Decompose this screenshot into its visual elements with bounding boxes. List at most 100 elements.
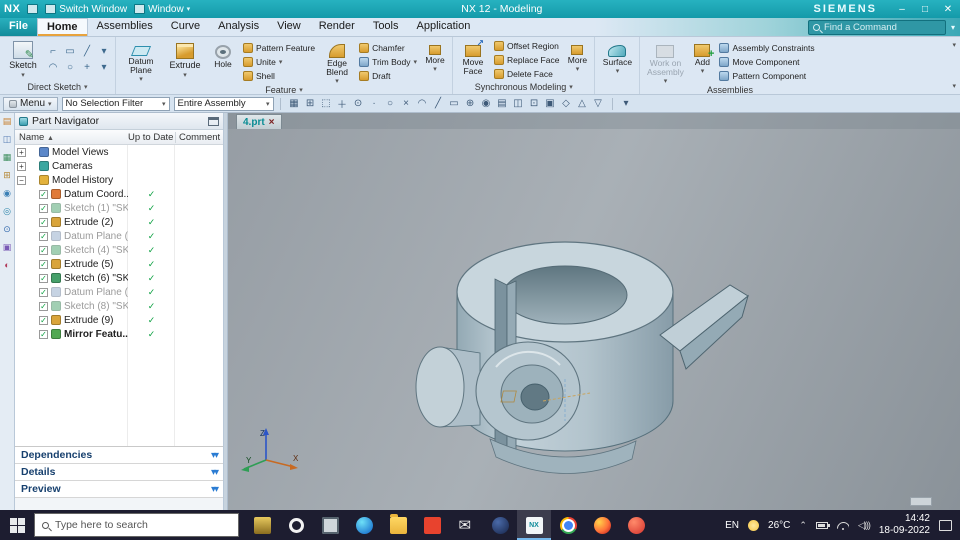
tree-row[interactable]: ✓ Sketch (8) "SK... ✓ <box>15 299 223 313</box>
endpoint-icon[interactable]: ∙ <box>367 97 382 111</box>
save-icon[interactable] <box>27 4 39 14</box>
fillet-icon[interactable]: + <box>79 60 95 75</box>
expand-toggle[interactable]: + <box>17 161 26 171</box>
pattern-feature-button[interactable]: Pattern Feature <box>241 42 317 55</box>
assembly-navigator-icon[interactable]: ▤ <box>3 117 12 126</box>
menu-file[interactable]: File <box>0 18 37 36</box>
hole-button[interactable]: Hole <box>207 39 239 85</box>
selection-scope-dropdown[interactable]: Entire Assembly ▾ <box>173 96 274 111</box>
surface-button[interactable]: Surface ▾ <box>598 39 636 80</box>
ribbon-more-caret-icon[interactable]: ▾ <box>952 41 956 49</box>
up-view-icon[interactable]: △ <box>575 97 590 111</box>
tab-view[interactable]: View <box>268 18 310 36</box>
command-finder[interactable] <box>807 19 946 35</box>
app-chrome-icon[interactable] <box>551 510 585 540</box>
quadrant-icon[interactable]: ⊕ <box>463 97 478 111</box>
maximize-button[interactable]: □ <box>917 4 933 15</box>
graphics-window[interactable]: 4.prt × Z X Y <box>228 113 960 510</box>
app-firefox-icon[interactable] <box>585 510 619 540</box>
more-curve2-icon[interactable]: ▾ <box>96 60 112 75</box>
taskbar-search-input[interactable] <box>55 519 231 531</box>
battery-icon[interactable] <box>815 521 830 529</box>
shell-button[interactable]: Shell <box>241 70 317 83</box>
expand-toggle[interactable] <box>28 302 37 311</box>
shaded-view-icon[interactable]: ▤ <box>495 97 510 111</box>
offset-region-button[interactable]: Offset Region <box>492 39 561 52</box>
more-curve-icon[interactable]: ▾ <box>96 44 112 59</box>
down-view-icon[interactable]: ▽ <box>591 97 606 111</box>
nx-app-icon[interactable] <box>517 510 551 540</box>
tree-row[interactable]: + Model Views <box>15 145 223 159</box>
app-red-icon[interactable] <box>415 510 449 540</box>
visibility-checkbox[interactable]: ✓ <box>39 259 48 269</box>
clock[interactable]: 14:42 18-09-2022 <box>879 513 930 538</box>
part-navigator-icon[interactable]: ▦ <box>3 153 12 162</box>
unite-button[interactable]: Unite ▾ <box>241 56 317 69</box>
section-details[interactable]: Details ▾▾ <box>15 464 223 481</box>
sketch-button[interactable]: Sketch▾ <box>3 39 43 80</box>
mail-icon[interactable] <box>449 510 483 540</box>
draft-button[interactable]: Draft <box>357 70 419 83</box>
app-red2-icon[interactable] <box>619 510 653 540</box>
tab-analysis[interactable]: Analysis <box>209 18 268 36</box>
file-explorer-icon[interactable] <box>381 510 415 540</box>
snap-point-icon[interactable]: ⊙ <box>351 97 366 111</box>
app-temple-icon[interactable] <box>245 510 279 540</box>
expand-toggle[interactable] <box>28 330 37 339</box>
constraint-navigator-icon[interactable]: ◫ <box>3 135 12 144</box>
expand-toggle[interactable] <box>28 204 37 213</box>
visibility-checkbox[interactable]: ✓ <box>39 301 48 311</box>
expand-toggle[interactable]: − <box>17 175 26 185</box>
expand-toggle[interactable] <box>28 218 37 227</box>
highlight-icon[interactable]: ＋ <box>335 97 350 111</box>
hidden-icons-caret[interactable]: ⌃ <box>799 520 807 531</box>
tree-row[interactable]: ✓ Datum Plane (... ✓ <box>15 285 223 299</box>
tab-render[interactable]: Render <box>310 18 364 36</box>
language-indicator[interactable]: EN <box>725 520 739 531</box>
tab-home[interactable]: Home <box>36 18 88 36</box>
tree-row[interactable]: ✓ Extrude (9) ✓ <box>15 313 223 327</box>
reuse-library-icon[interactable]: ⊞ <box>3 171 11 180</box>
visibility-checkbox[interactable] <box>28 176 37 185</box>
fit-view-icon[interactable]: ⊡ <box>527 97 542 111</box>
line-icon[interactable]: ╱ <box>79 44 95 59</box>
visibility-checkbox[interactable]: ✓ <box>39 189 48 199</box>
tab-application[interactable]: Application <box>408 18 480 36</box>
find-command-input[interactable] <box>823 21 941 33</box>
expand-toggle[interactable]: + <box>17 147 26 157</box>
visibility-checkbox[interactable]: ✓ <box>39 217 48 227</box>
tree-row[interactable]: ✓ Sketch (6) "SK... ✓ <box>15 271 223 285</box>
process-studio-icon[interactable]: ▣ <box>3 243 12 252</box>
work-on-assembly-button[interactable]: Work on Assembly ▾ <box>643 39 687 85</box>
tree-row[interactable]: ✓ Sketch (1) "SK... ✓ <box>15 201 223 215</box>
close-button[interactable]: ✕ <box>940 4 956 15</box>
tree-row[interactable]: ✓ Extrude (5) ✓ <box>15 257 223 271</box>
rectangle-icon[interactable]: ▭ <box>62 44 78 59</box>
column-comment[interactable]: Comment <box>175 131 223 143</box>
selection-filter-dropdown[interactable]: No Selection Filter ▾ <box>61 96 170 111</box>
network-icon[interactable] <box>837 521 849 530</box>
group-label-assemblies[interactable]: Assemblies <box>640 85 819 95</box>
visibility-checkbox[interactable] <box>28 148 37 157</box>
arc-icon[interactable]: ◠ <box>45 60 61 75</box>
trim-body-button[interactable]: Trim Body ▾ <box>357 56 419 69</box>
expand-toggle[interactable] <box>28 274 37 283</box>
visibility-checkbox[interactable] <box>28 162 37 171</box>
visibility-checkbox[interactable]: ✓ <box>39 287 48 297</box>
tree-row[interactable]: ✓ Mirror Featu... ✓ <box>15 327 223 341</box>
tree-row[interactable]: ✓ Sketch (4) "SK... ✓ <box>15 243 223 257</box>
existing-point-icon[interactable]: ◉ <box>479 97 494 111</box>
visibility-checkbox[interactable]: ✓ <box>39 231 48 241</box>
tab-assemblies[interactable]: Assemblies <box>88 18 162 36</box>
app-dark-icon[interactable] <box>483 510 517 540</box>
visibility-checkbox[interactable]: ✓ <box>39 245 48 255</box>
orient-view-icon[interactable]: ◇ <box>559 97 574 111</box>
add-component-button[interactable]: Add▾ <box>689 39 715 85</box>
wireframe-icon[interactable]: ◫ <box>511 97 526 111</box>
start-button[interactable] <box>0 510 34 540</box>
roles-icon[interactable]: ◐ <box>4 261 9 270</box>
resize-grip[interactable] <box>910 497 932 506</box>
section-preview[interactable]: Preview ▾▾ <box>15 481 223 498</box>
replace-face-button[interactable]: Replace Face <box>492 53 561 66</box>
tab-curve[interactable]: Curve <box>162 18 209 36</box>
